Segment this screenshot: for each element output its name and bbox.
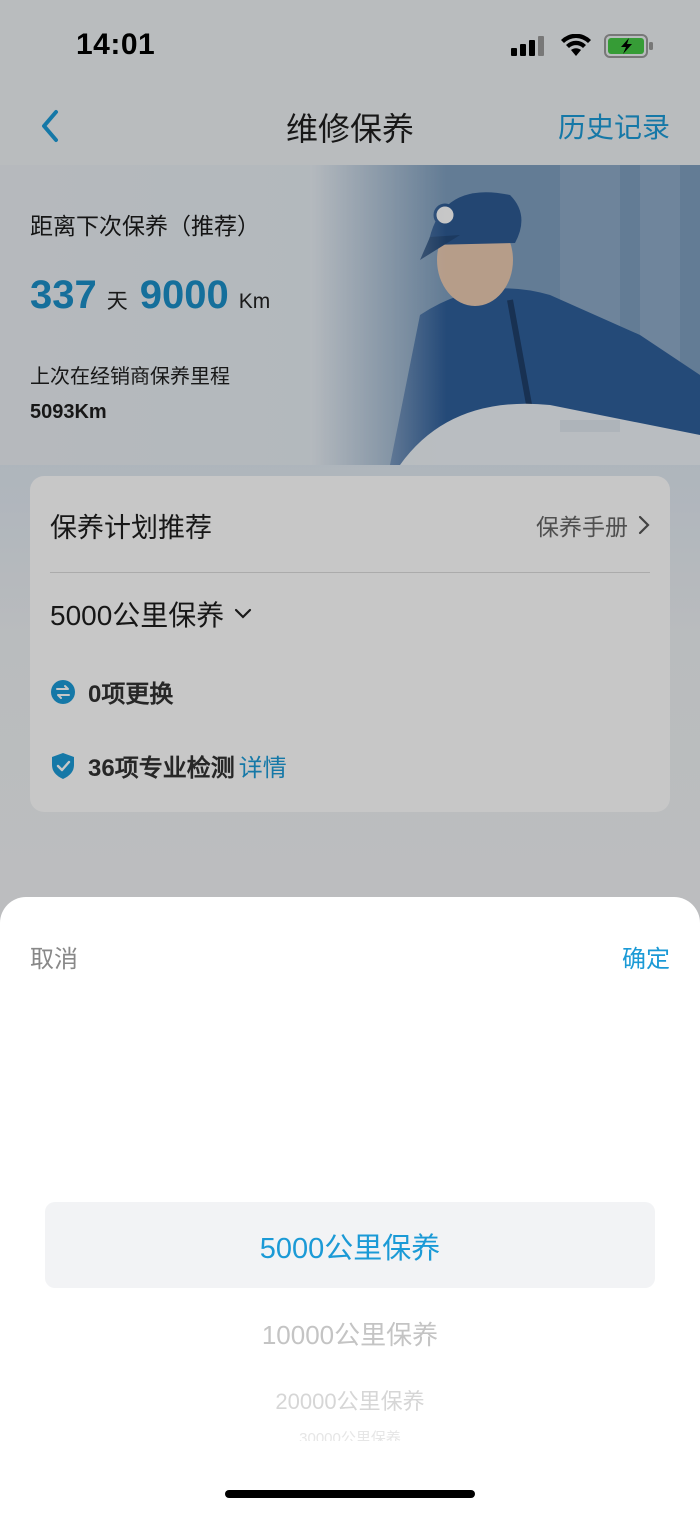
- cancel-button[interactable]: 取消: [30, 939, 78, 974]
- plan-picker-sheet: 取消 确定 5000公里保养 10000公里保养 20000公里保养 30000…: [0, 897, 700, 1514]
- picker-option[interactable]: 5000公里保养: [0, 1225, 700, 1267]
- picker-option[interactable]: 10000公里保养: [0, 1315, 700, 1352]
- confirm-button[interactable]: 确定: [622, 939, 670, 974]
- picker-option[interactable]: 30000公里保养: [0, 1427, 700, 1441]
- picker-option[interactable]: 20000公里保养: [0, 1384, 700, 1416]
- home-indicator: [225, 1490, 475, 1498]
